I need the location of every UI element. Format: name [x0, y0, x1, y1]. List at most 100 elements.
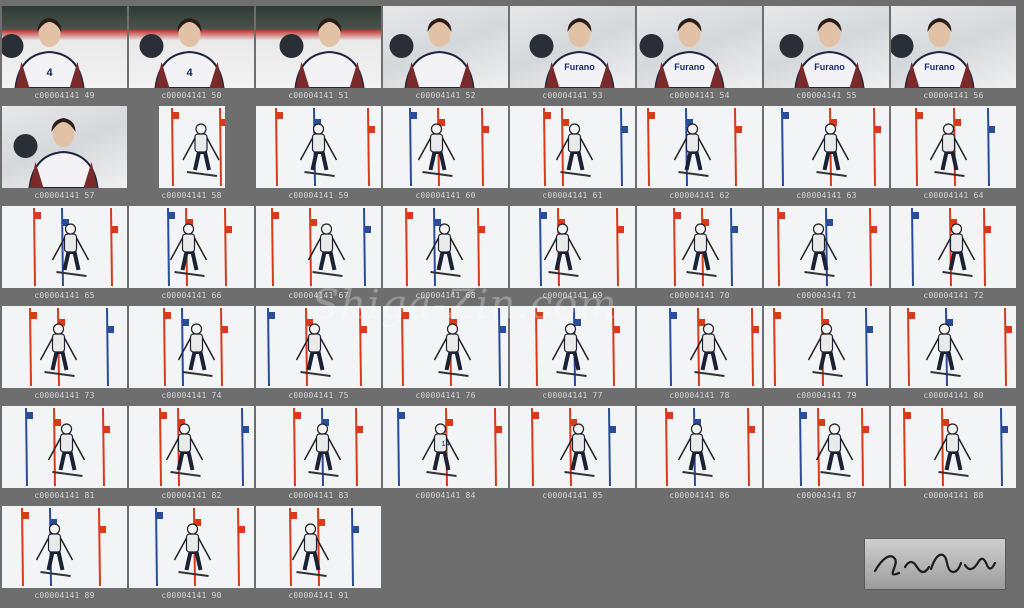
thumbnail-cell: c00004141 78 [637, 306, 762, 406]
photo-thumbnail[interactable] [891, 406, 1016, 488]
bib-text: Furano [814, 62, 845, 72]
photo-thumbnail[interactable] [637, 406, 762, 488]
thumbnail-caption: c00004141 54 [669, 91, 730, 100]
thumbnail-cell: c00004141 66 [129, 206, 254, 306]
thumbnail-caption: c00004141 70 [669, 291, 730, 300]
thumbnail-cell: c00004141 89 [2, 506, 127, 606]
thumbnail-caption: c00004141 85 [542, 491, 603, 500]
thumbnail-cell: c00004141 57 [2, 106, 127, 206]
bib-text: Furano [564, 62, 595, 72]
thumbnail-caption: c00004141 89 [34, 591, 95, 600]
photo-thumbnail[interactable] [891, 106, 1016, 188]
photo-thumbnail[interactable] [2, 206, 127, 288]
photo-thumbnail[interactable] [2, 506, 127, 588]
photo-thumbnail[interactable] [129, 506, 254, 588]
photo-thumbnail[interactable] [891, 206, 1016, 288]
photo-thumbnail[interactable] [383, 106, 508, 188]
thumbnail-caption: c00004141 51 [288, 91, 349, 100]
photo-thumbnail[interactable] [510, 306, 635, 388]
thumbnail-caption: c00004141 62 [669, 191, 730, 200]
thumbnail-cell: c00004141 52 [383, 6, 508, 106]
photo-thumbnail[interactable] [510, 406, 635, 488]
photo-thumbnail[interactable]: Furano [510, 6, 635, 88]
photo-thumbnail[interactable] [764, 406, 889, 488]
thumbnail-cell: c00004141 61 [510, 106, 635, 206]
photo-thumbnail[interactable] [764, 206, 889, 288]
photo-thumbnail[interactable] [129, 406, 254, 488]
bib-text: 14 [442, 441, 450, 448]
thumbnail-caption: c00004141 64 [923, 191, 984, 200]
photo-thumbnail[interactable] [764, 306, 889, 388]
photo-thumbnail[interactable] [510, 106, 635, 188]
thumbnail-caption: c00004141 65 [34, 291, 95, 300]
photo-thumbnail[interactable]: 14 [383, 406, 508, 488]
thumbnail-cell: c00004141 79 [764, 306, 889, 406]
photo-thumbnail[interactable] [637, 106, 762, 188]
thumbnail-cell: c00004141 59 [256, 106, 381, 206]
thumbnail-cell: c00004141 65 [2, 206, 127, 306]
thumbnail-grid: 4 c00004141 49 4 c00004141 50 c00004141 51 c0… [2, 6, 1016, 606]
photo-thumbnail[interactable] [256, 406, 381, 488]
photo-thumbnail[interactable] [2, 406, 127, 488]
photo-thumbnail[interactable] [256, 206, 381, 288]
thumbnail-cell: c00004141 82 [129, 406, 254, 506]
thumbnail-cell: 4 c00004141 49 [2, 6, 127, 106]
thumbnail-caption: c00004141 79 [796, 391, 857, 400]
thumbnail-caption: c00004141 80 [923, 391, 984, 400]
thumbnail-caption: c00004141 74 [161, 391, 222, 400]
photo-thumbnail[interactable] [2, 106, 127, 188]
thumbnail-caption: c00004141 78 [669, 391, 730, 400]
thumbnail-caption: c00004141 66 [161, 291, 222, 300]
thumbnail-caption: c00004141 50 [161, 91, 222, 100]
thumbnail-cell: 4 c00004141 50 [129, 6, 254, 106]
photo-thumbnail[interactable] [637, 206, 762, 288]
photo-thumbnail[interactable] [510, 206, 635, 288]
thumbnail-caption: c00004141 61 [542, 191, 603, 200]
bib-text: Furano [924, 62, 955, 72]
photo-thumbnail[interactable]: Furano [891, 6, 1016, 88]
thumbnail-cell: Furano c00004141 55 [764, 6, 889, 106]
thumbnail-caption: c00004141 81 [34, 491, 95, 500]
thumbnail-caption: c00004141 55 [796, 91, 857, 100]
bib-text: Furano [674, 62, 705, 72]
photo-thumbnail[interactable]: Furano [764, 6, 889, 88]
photo-thumbnail[interactable] [891, 306, 1016, 388]
thumbnail-caption: c00004141 90 [161, 591, 222, 600]
thumbnail-cell: c00004141 51 [256, 6, 381, 106]
photo-thumbnail[interactable] [129, 306, 254, 388]
thumbnail-caption: c00004141 49 [34, 91, 95, 100]
photo-thumbnail[interactable] [637, 306, 762, 388]
thumbnail-caption: c00004141 72 [923, 291, 984, 300]
photo-thumbnail[interactable]: Furano [637, 6, 762, 88]
photo-thumbnail[interactable] [256, 6, 381, 88]
photo-thumbnail[interactable] [764, 106, 889, 188]
photo-thumbnail[interactable] [256, 306, 381, 388]
photo-thumbnail[interactable] [256, 106, 381, 188]
thumbnail-cell: c00004141 62 [637, 106, 762, 206]
thumbnail-cell: c00004141 74 [129, 306, 254, 406]
thumbnail-caption: c00004141 57 [34, 191, 95, 200]
thumbnail-caption: c00004141 87 [796, 491, 857, 500]
thumbnail-cell: c00004141 85 [510, 406, 635, 506]
photo-thumbnail[interactable]: 4 [2, 6, 127, 88]
photo-thumbnail[interactable] [2, 306, 127, 388]
thumbnail-caption: c00004141 71 [796, 291, 857, 300]
photo-thumbnail[interactable] [383, 206, 508, 288]
thumbnail-cell: c00004141 68 [383, 206, 508, 306]
thumbnail-cell: c00004141 88 [891, 406, 1016, 506]
photo-thumbnail[interactable] [383, 6, 508, 88]
photo-thumbnail[interactable] [383, 306, 508, 388]
thumbnail-cell: c00004141 75 [256, 306, 381, 406]
photo-thumbnail[interactable] [159, 106, 225, 188]
thumbnail-caption: c00004141 88 [923, 491, 984, 500]
thumbnail-cell: c00004141 91 [256, 506, 381, 606]
thumbnail-caption: c00004141 73 [34, 391, 95, 400]
thumbnail-cell: c00004141 77 [510, 306, 635, 406]
photo-thumbnail[interactable] [129, 206, 254, 288]
thumbnail-caption: c00004141 75 [288, 391, 349, 400]
photo-thumbnail[interactable]: 4 [129, 6, 254, 88]
signature-logo [864, 538, 1006, 590]
thumbnail-cell: c00004141 81 [2, 406, 127, 506]
thumbnail-cell: c00004141 63 [764, 106, 889, 206]
photo-thumbnail[interactable] [256, 506, 381, 588]
